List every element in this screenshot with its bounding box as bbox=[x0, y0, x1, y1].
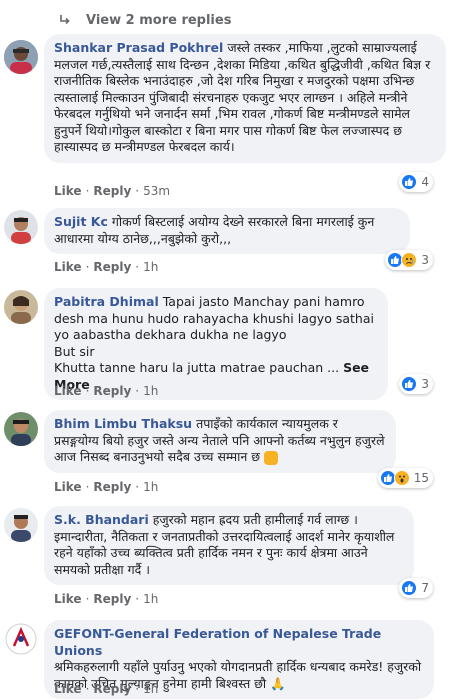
like-button[interactable]: Like bbox=[54, 480, 82, 494]
reply-button[interactable]: Reply bbox=[93, 260, 131, 274]
like-reaction-icon bbox=[401, 376, 418, 392]
wow-reaction-icon bbox=[393, 470, 410, 486]
like-button[interactable]: Like bbox=[54, 592, 82, 606]
comment-timestamp[interactable]: 1h bbox=[143, 260, 158, 274]
separator-dot: · bbox=[135, 480, 140, 494]
avatar[interactable] bbox=[4, 622, 38, 656]
like-reaction-icon bbox=[401, 174, 418, 190]
comment-timestamp[interactable]: 1h bbox=[143, 480, 158, 494]
separator-dot: · bbox=[135, 384, 140, 398]
commenter-name[interactable]: S.k. Bhandari bbox=[54, 512, 149, 527]
comment-timestamp[interactable]: 1h bbox=[143, 682, 158, 696]
comment-actions: Like · Reply · 1h bbox=[54, 384, 158, 398]
flexed-biceps-emoji-icon bbox=[264, 450, 278, 465]
comment-bubble: Sujit Kc गोकर्ण बिस्टलाई अयोग्य देख्ने स… bbox=[44, 208, 410, 254]
reply-button[interactable]: Reply bbox=[93, 682, 131, 696]
comment-bubble: S.k. Bhandari हजुरको महान ह्रदय प्रती हा… bbox=[44, 506, 414, 585]
reaction-count: 3 bbox=[421, 253, 429, 267]
comment-timestamp[interactable]: 1h bbox=[143, 384, 158, 398]
comment-actions: Like · Reply · 53m bbox=[54, 184, 170, 198]
commenter-name[interactable]: Bhim Limbu Thaksu bbox=[54, 416, 192, 431]
avatar[interactable] bbox=[4, 40, 38, 74]
comment-actions: Like · Reply · 1h bbox=[54, 480, 158, 494]
separator-dot: · bbox=[85, 184, 90, 198]
reply-button[interactable]: Reply bbox=[93, 592, 131, 606]
reply-button[interactable]: Reply bbox=[93, 480, 131, 494]
commenter-name[interactable]: Shankar Prasad Pokhrel bbox=[54, 40, 223, 55]
avatar[interactable] bbox=[4, 210, 38, 244]
commenter-name[interactable]: GEFONT-General Federation of Nepalese Tr… bbox=[54, 626, 381, 658]
reaction-count: 7 bbox=[421, 581, 429, 595]
separator-dot: · bbox=[135, 592, 140, 606]
like-button[interactable]: Like bbox=[54, 682, 82, 696]
reaction-summary[interactable]: 3 bbox=[385, 250, 433, 270]
comment-timestamp[interactable]: 53m bbox=[143, 184, 170, 198]
comment-actions: Like · Reply · 1h bbox=[54, 682, 158, 696]
comment-bubble: Shankar Prasad Pokhrel जस्ले तस्कर ,माफि… bbox=[44, 34, 446, 163]
like-reaction-icon bbox=[401, 580, 418, 596]
separator-dot: · bbox=[85, 384, 90, 398]
reply-arrow-icon bbox=[58, 13, 72, 27]
separator-dot: · bbox=[85, 682, 90, 696]
reaction-summary[interactable]: 15 bbox=[377, 468, 433, 488]
separator-dot: · bbox=[85, 260, 90, 274]
reaction-count: 4 bbox=[421, 175, 429, 189]
reaction-summary[interactable]: 4 bbox=[399, 172, 433, 192]
avatar[interactable] bbox=[4, 290, 38, 324]
separator-dot: · bbox=[135, 184, 140, 198]
commenter-name[interactable]: Sujit Kc bbox=[54, 214, 108, 229]
separator-dot: · bbox=[135, 260, 140, 274]
comment-actions: Like · Reply · 1h bbox=[54, 592, 158, 606]
view-more-replies[interactable]: View 2 more replies bbox=[58, 8, 231, 32]
reply-button[interactable]: Reply bbox=[93, 384, 131, 398]
comment-actions: Like · Reply · 1h bbox=[54, 260, 158, 274]
commenter-name[interactable]: Pabitra Dhimal bbox=[54, 294, 159, 309]
like-button[interactable]: Like bbox=[54, 260, 82, 274]
comment-text: जस्ले तस्कर ,माफिया ,लुटको साम्राज्यलाई … bbox=[54, 40, 435, 154]
reaction-summary[interactable]: 7 bbox=[399, 578, 433, 598]
like-button[interactable]: Like bbox=[54, 184, 82, 198]
like-button[interactable]: Like bbox=[54, 384, 82, 398]
reaction-summary[interactable]: 3 bbox=[399, 374, 433, 394]
separator-dot: · bbox=[85, 480, 90, 494]
separator-dot: · bbox=[135, 682, 140, 696]
reaction-count: 3 bbox=[421, 377, 429, 391]
reply-button[interactable]: Reply bbox=[93, 184, 131, 198]
sad-reaction-icon bbox=[401, 252, 418, 268]
avatar[interactable] bbox=[4, 412, 38, 446]
view-more-replies-label: View 2 more replies bbox=[86, 12, 232, 28]
reaction-count: 15 bbox=[413, 471, 429, 485]
comment-timestamp[interactable]: 1h bbox=[143, 592, 158, 606]
avatar[interactable] bbox=[4, 508, 38, 542]
separator-dot: · bbox=[85, 592, 90, 606]
comment-bubble: Bhim Limbu Thaksu तपाइँको कार्यकाल न्याय… bbox=[44, 410, 396, 473]
